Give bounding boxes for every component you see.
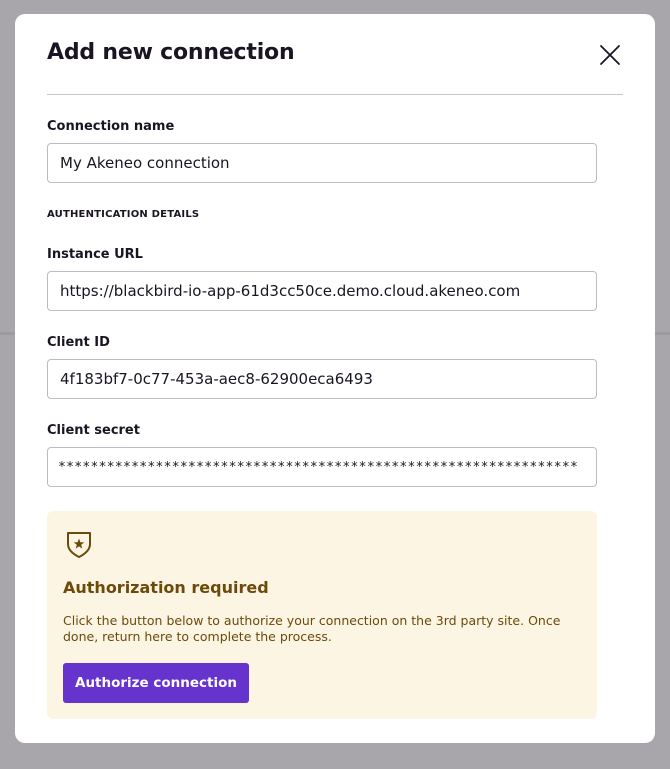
dialog-title: Add new connection — [47, 40, 295, 65]
client-id-input[interactable] — [47, 359, 597, 399]
client-id-label: Client ID — [47, 335, 110, 350]
authentication-details-heading: AUTHENTICATION DETAILS — [47, 209, 200, 220]
title-divider — [47, 94, 623, 95]
connection-name-input[interactable] — [47, 143, 597, 183]
shield-star-icon — [67, 532, 91, 558]
close-icon — [600, 45, 620, 65]
close-button[interactable] — [597, 42, 623, 68]
connection-name-label: Connection name — [47, 119, 175, 134]
authorize-connection-button[interactable]: Authorize connection — [63, 663, 250, 703]
client-secret-input[interactable] — [47, 447, 597, 487]
instance-url-label: Instance URL — [47, 247, 143, 262]
instance-url-input[interactable] — [47, 271, 597, 311]
authorization-title: Authorization required — [63, 578, 269, 597]
client-secret-label: Client secret — [47, 423, 140, 438]
add-connection-dialog: Add new connection Connection name AUTHE… — [15, 14, 655, 743]
authorization-description: Click the button below to authorize your… — [63, 613, 561, 644]
authorization-notice: Authorization required Click the button … — [47, 511, 597, 719]
